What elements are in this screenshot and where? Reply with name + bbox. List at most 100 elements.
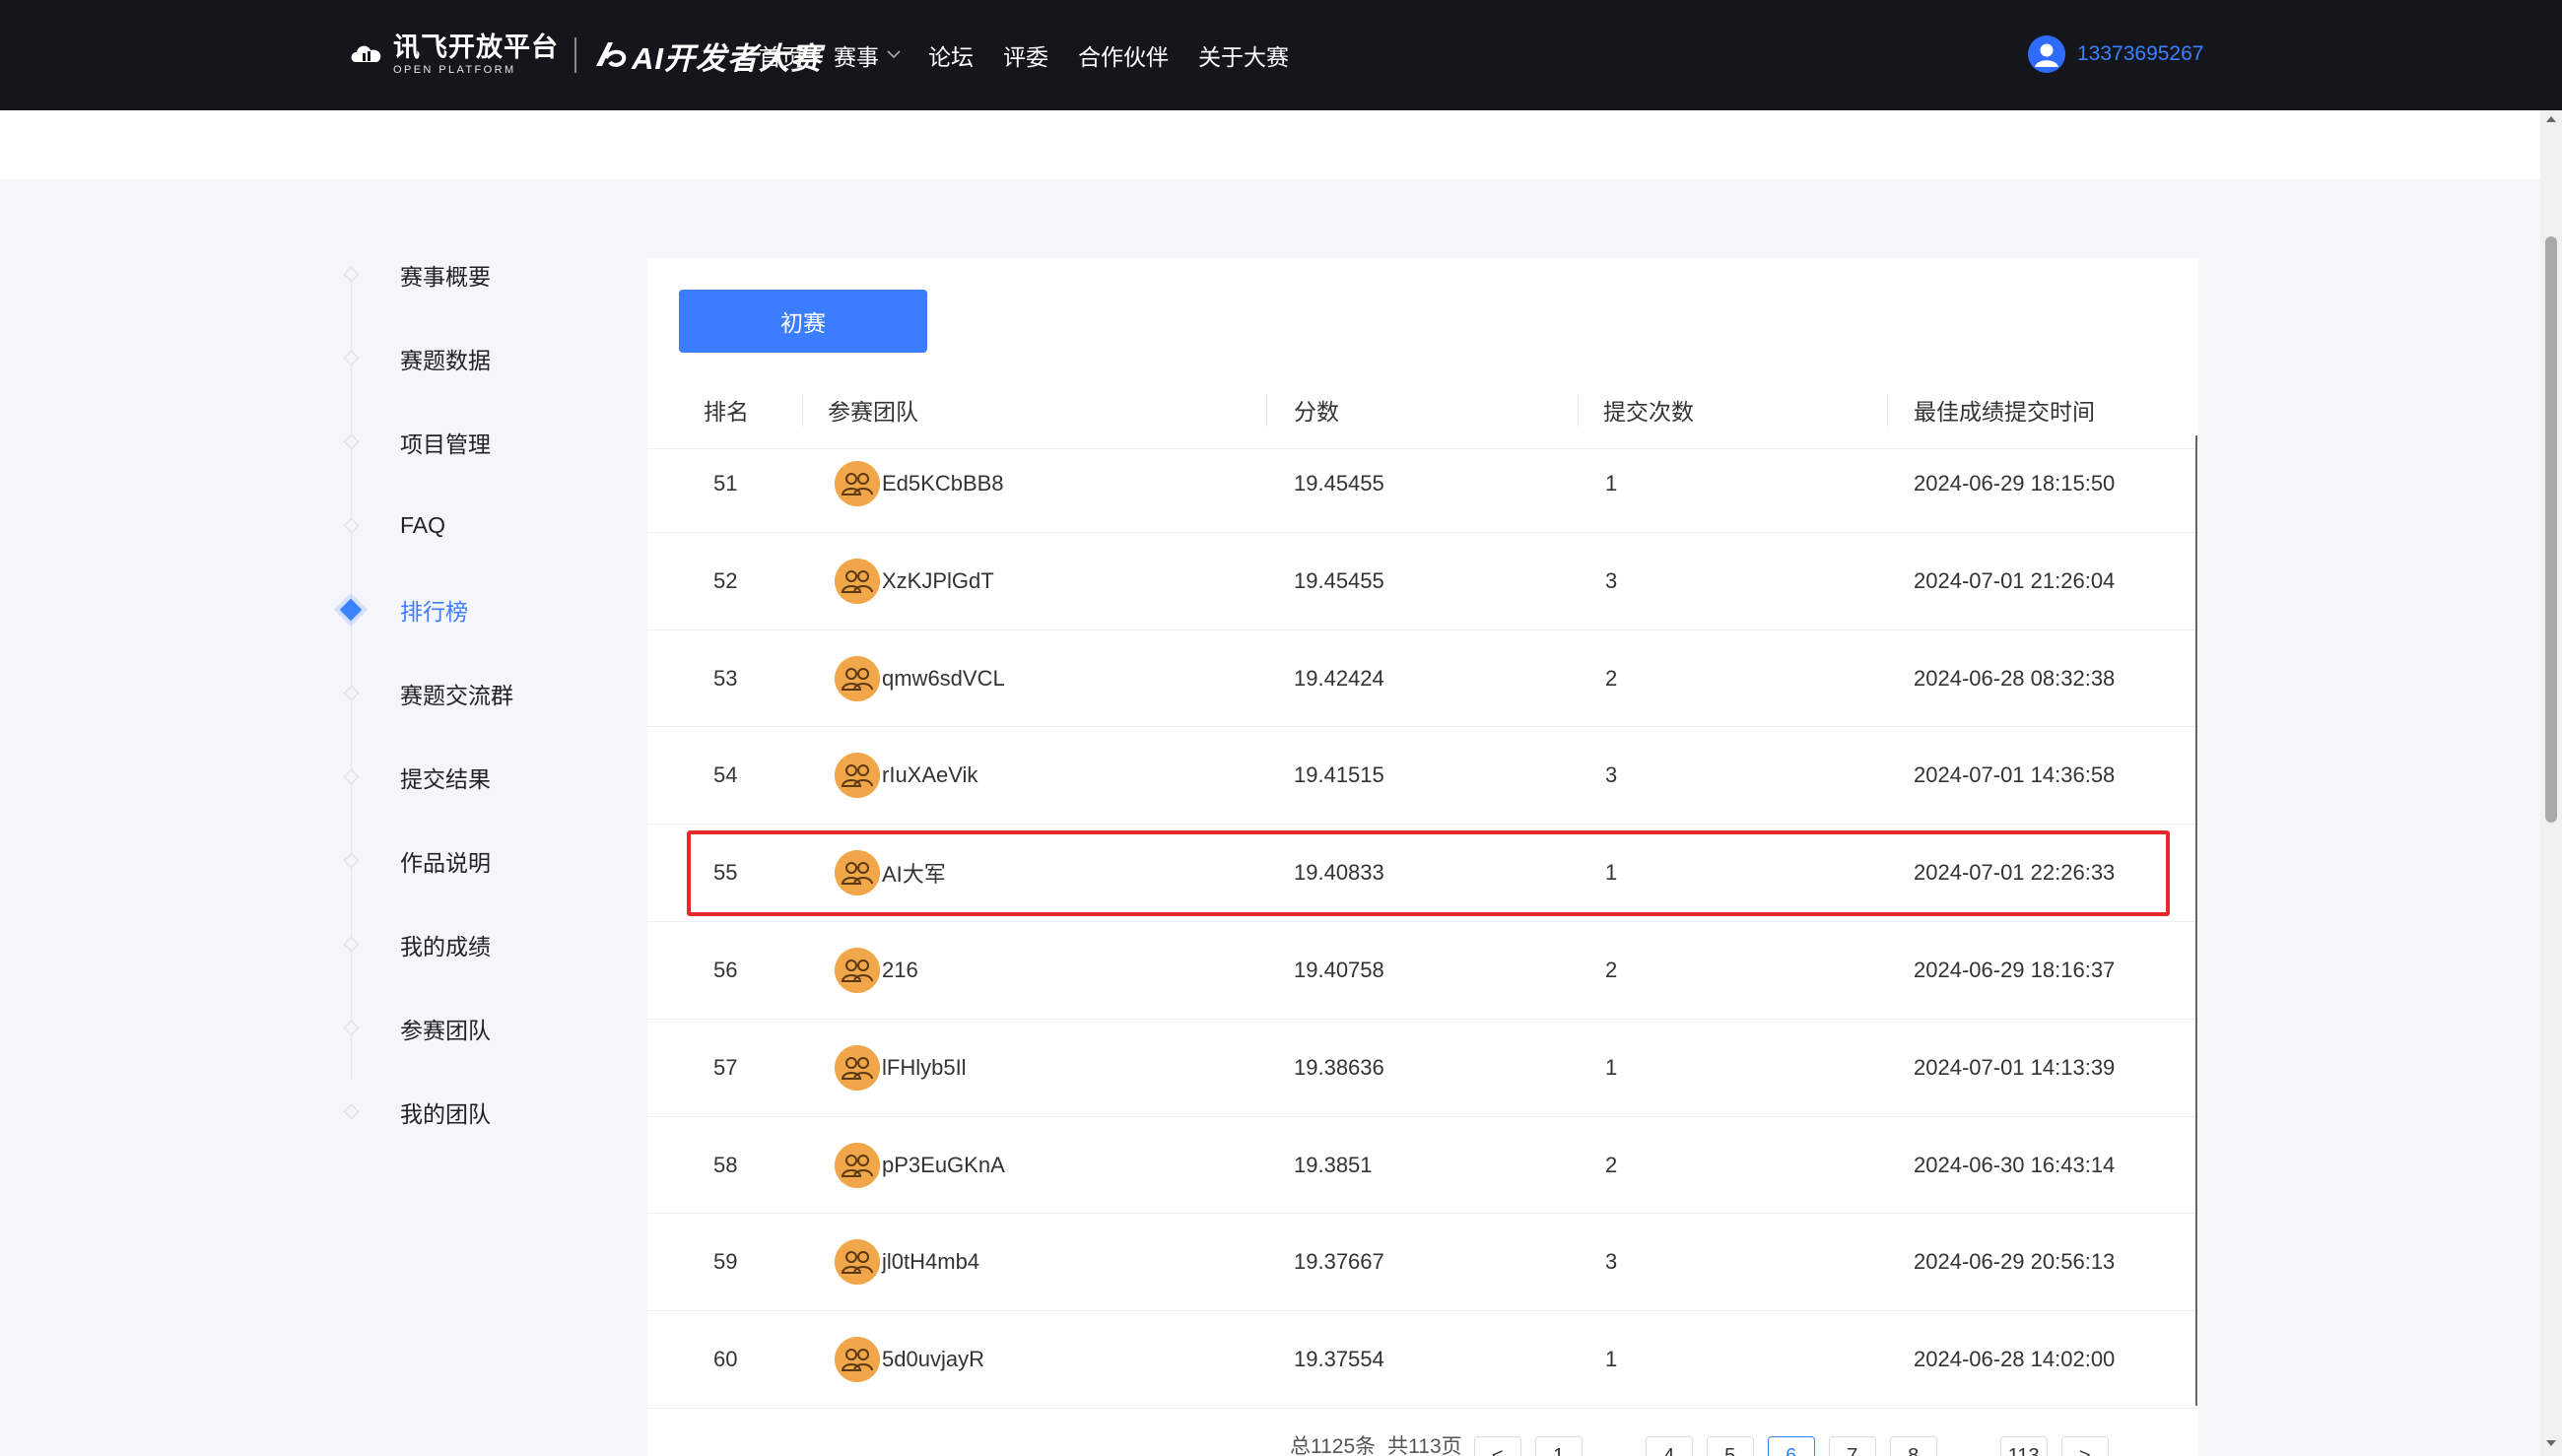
team-name: XzKJPlGdT [882,567,994,593]
score-cell: 19.3851 [1294,1152,1373,1177]
best-time-cell: 2024-06-29 18:16:37 [1914,957,2116,982]
team-avatar-icon [835,850,880,896]
best-time-cell: 2024-06-29 20:56:13 [1914,1249,2116,1275]
sidebar-item-data[interactable]: 赛题数据 [335,316,591,400]
team-cell: Ed5KCbBB8 [835,435,1004,532]
sidebar-item-submit[interactable]: 提交结果 [335,735,591,819]
team-avatar-icon [835,753,880,799]
pagination: 总1125条 共113页 < 1 ... 4 5 6 7 8 ... 113 > [1290,1436,2123,1456]
pagination-page-current[interactable]: 6 [1767,1436,1815,1456]
user-phone: 13373695267 [2077,42,2204,65]
pagination-page[interactable]: 5 [1706,1436,1754,1456]
table-row[interactable]: 51 Ed5KCbBB8 19.45455 1 2024-06-29 18:15… [647,435,2198,533]
rank-cell: 58 [713,1152,738,1177]
nav-item-events[interactable]: 赛事 [834,38,901,72]
table-body: 51 Ed5KCbBB8 19.45455 1 2024-06-29 18:15… [647,435,2198,1409]
sidebar: 赛事概要 赛题数据 项目管理 FAQ 排行榜 赛题交流群 提交结果 作品说明 我… [335,232,591,1154]
pagination-page[interactable]: 113 [1999,1436,2048,1456]
submissions-cell: 3 [1605,1249,1618,1275]
team-cell: pP3EuGKnA [835,1117,1005,1214]
top-navigation-bar: 讯飞开放平台 OPEN PLATFORM AI开发者大赛 首页 赛事 论坛 评委… [0,0,2562,110]
site-logo[interactable]: 讯飞开放平台 OPEN PLATFORM AI开发者大赛 [350,33,822,77]
sidebar-item-teams[interactable]: 参赛团队 [335,986,591,1070]
sidebar-item-faq[interactable]: FAQ [335,484,591,567]
team-cell: 5d0uvjayR [835,1311,984,1408]
sidebar-item-my-team[interactable]: 我的团队 [335,1070,591,1154]
nav-item-partners[interactable]: 合作伙伴 [1078,38,1169,72]
submissions-cell: 2 [1605,665,1618,691]
table-row[interactable]: 56 216 19.40758 2 2024-06-29 18:16:37 [647,922,2198,1020]
tab-preliminary[interactable]: 初赛 [679,290,927,353]
sidebar-item-label: FAQ [400,512,446,538]
diamond-icon [343,685,360,701]
table-row[interactable]: 52 XzKJPlGdT 19.45455 3 2024-07-01 21:26… [647,533,2198,630]
diamond-icon [343,852,360,869]
team-avatar-icon [835,1337,880,1383]
rank-cell: 55 [713,860,738,886]
table-row[interactable]: 53 qmw6sdVCL 19.42424 2 2024-06-28 08:32… [647,630,2198,728]
column-divider [1578,395,1579,427]
pagination-page[interactable]: 4 [1645,1436,1693,1456]
table-row[interactable]: 59 jl0tH4mb4 19.37667 3 2024-06-29 20:56… [647,1214,2198,1312]
team-name: AI大军 [882,862,946,888]
pagination-total: 总1125条 [1290,1435,1377,1456]
best-time-cell: 2024-07-01 14:13:39 [1914,1054,2116,1080]
scroll-up-arrow-icon[interactable] [2546,116,2556,122]
team-name: jl0tH4mb4 [882,1249,980,1275]
team-name: qmw6sdVCL [882,665,1005,691]
sidebar-item-discussion-group[interactable]: 赛题交流群 [335,651,591,735]
logo-en-text: OPEN PLATFORM [393,64,516,76]
rank-cell: 52 [713,567,738,593]
sidebar-item-work-description[interactable]: 作品说明 [335,819,591,902]
header-spacer [0,110,2540,179]
table-row[interactable]: 57 lFHlyb5Il 19.38636 1 2024-07-01 14:13… [647,1020,2198,1117]
sidebar-item-project[interactable]: 项目管理 [335,400,591,484]
nav-label: 关于大赛 [1198,44,1289,70]
logo-divider [574,37,576,73]
pagination-page[interactable]: 7 [1828,1436,1876,1456]
score-cell: 19.42424 [1294,665,1384,691]
user-menu[interactable]: 13373695267 [2028,35,2203,73]
pagination-prev-button[interactable]: < [1473,1436,1521,1456]
table-row-highlighted[interactable]: 55 AI大军 19.40833 1 2024-07-01 22:26:33 [647,825,2198,922]
nav-item-about[interactable]: 关于大赛 [1198,38,1289,72]
scroll-down-arrow-icon[interactable] [2546,1440,2556,1446]
sidebar-item-overview[interactable]: 赛事概要 [335,232,591,316]
sidebar-item-my-score[interactable]: 我的成绩 [335,902,591,986]
submissions-cell: 1 [1605,860,1618,886]
pagination-page[interactable]: 1 [1534,1436,1583,1456]
diamond-icon [343,433,360,450]
sidebar-item-leaderboard[interactable]: 排行榜 [335,567,591,651]
sidebar-item-label: 我的团队 [400,1100,491,1127]
submissions-cell: 1 [1605,471,1618,496]
table-row[interactable]: 60 5d0uvjayR 19.37554 1 2024-06-28 14:02… [647,1311,2198,1409]
submissions-cell: 2 [1605,1152,1618,1177]
pagination-next-button[interactable]: > [2060,1436,2109,1456]
table-row[interactable]: 58 pP3EuGKnA 19.3851 2 2024-06-30 16:43:… [647,1117,2198,1215]
diamond-icon [343,517,360,534]
column-divider [802,395,803,427]
team-name: Ed5KCbBB8 [882,471,1004,496]
scrollbar-thumb[interactable] [2545,236,2557,823]
score-cell: 19.41515 [1294,762,1384,788]
team-cell: AI大军 [835,825,946,921]
page-scrollbar[interactable] [2540,110,2562,1456]
rank-cell: 56 [713,957,738,982]
nav-item-home[interactable]: 首页 [759,38,804,72]
best-time-cell: 2024-07-01 22:26:33 [1914,860,2116,886]
score-cell: 19.37667 [1294,1249,1384,1275]
iflytek-logo-icon [350,40,385,70]
pagination-ellipsis[interactable]: ... [1595,1436,1632,1456]
sidebar-item-label: 我的成绩 [400,933,491,960]
pagination-ellipsis[interactable]: ... [1950,1436,1987,1456]
nav-item-forum[interactable]: 论坛 [928,38,974,72]
table-row[interactable]: 54 rIuXAeVik 19.41515 3 2024-07-01 14:36… [647,727,2198,826]
pagination-page-count: 共113页 [1387,1435,1462,1456]
team-avatar-icon [835,947,880,993]
nav-item-judges[interactable]: 评委 [1003,38,1048,72]
nav-label: 评委 [1003,44,1048,70]
team-cell: lFHlyb5Il [835,1020,967,1116]
sidebar-item-label: 赛题交流群 [400,682,513,708]
score-cell: 19.38636 [1294,1054,1384,1080]
pagination-page[interactable]: 8 [1889,1436,1937,1456]
